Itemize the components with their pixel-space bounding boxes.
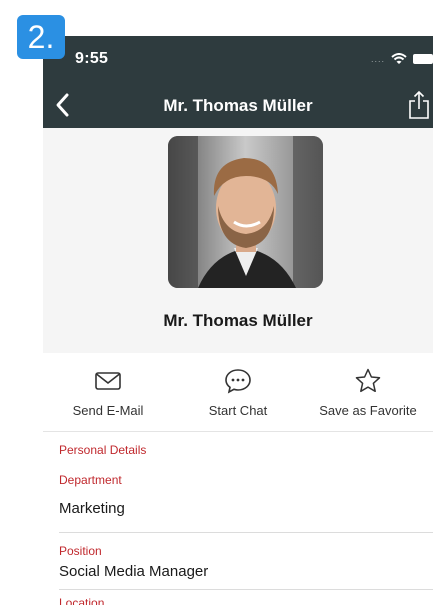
status-icons: .... bbox=[371, 52, 433, 66]
position-label: Position bbox=[59, 544, 102, 558]
save-favorite-button[interactable]: Save as Favorite bbox=[303, 353, 433, 431]
envelope-icon bbox=[95, 372, 121, 390]
save-favorite-label: Save as Favorite bbox=[319, 403, 417, 418]
department-value: Marketing bbox=[59, 500, 125, 517]
profile-photo bbox=[168, 136, 323, 288]
start-chat-button[interactable]: Start Chat bbox=[173, 353, 303, 431]
battery-icon bbox=[413, 54, 433, 64]
divider bbox=[59, 589, 433, 590]
position-value: Social Media Manager bbox=[59, 563, 209, 580]
status-time: 9:55 bbox=[75, 50, 109, 67]
location-label: Location bbox=[59, 596, 105, 605]
star-icon bbox=[355, 368, 381, 393]
divider bbox=[59, 532, 433, 533]
send-email-button[interactable]: Send E-Mail bbox=[43, 353, 173, 431]
signal-icon: .... bbox=[370, 54, 385, 64]
profile-name: Mr. Thomas Müller bbox=[163, 311, 313, 330]
status-bar: 9:55 .... bbox=[43, 36, 433, 82]
portrait-image bbox=[168, 136, 323, 288]
send-email-label: Send E-Mail bbox=[72, 403, 144, 418]
phone-screen: 9:55 .... Mr. Thomas Müller Mr. Thomas M… bbox=[43, 36, 433, 605]
action-row: Send E-Mail Start Chat Save as Favorite bbox=[43, 353, 433, 431]
share-icon[interactable] bbox=[407, 90, 431, 120]
wifi-icon bbox=[391, 53, 407, 64]
nav-bar: Mr. Thomas Müller bbox=[43, 82, 433, 128]
start-chat-label: Start Chat bbox=[208, 403, 268, 418]
nav-title: Mr. Thomas Müller bbox=[163, 96, 313, 115]
section-header: Personal Details bbox=[59, 443, 147, 457]
personal-details: Personal Details Department Marketing Po… bbox=[43, 431, 433, 605]
step-badge: 2. bbox=[17, 15, 65, 59]
chat-bubble-icon bbox=[225, 369, 251, 394]
department-label: Department bbox=[59, 473, 122, 487]
